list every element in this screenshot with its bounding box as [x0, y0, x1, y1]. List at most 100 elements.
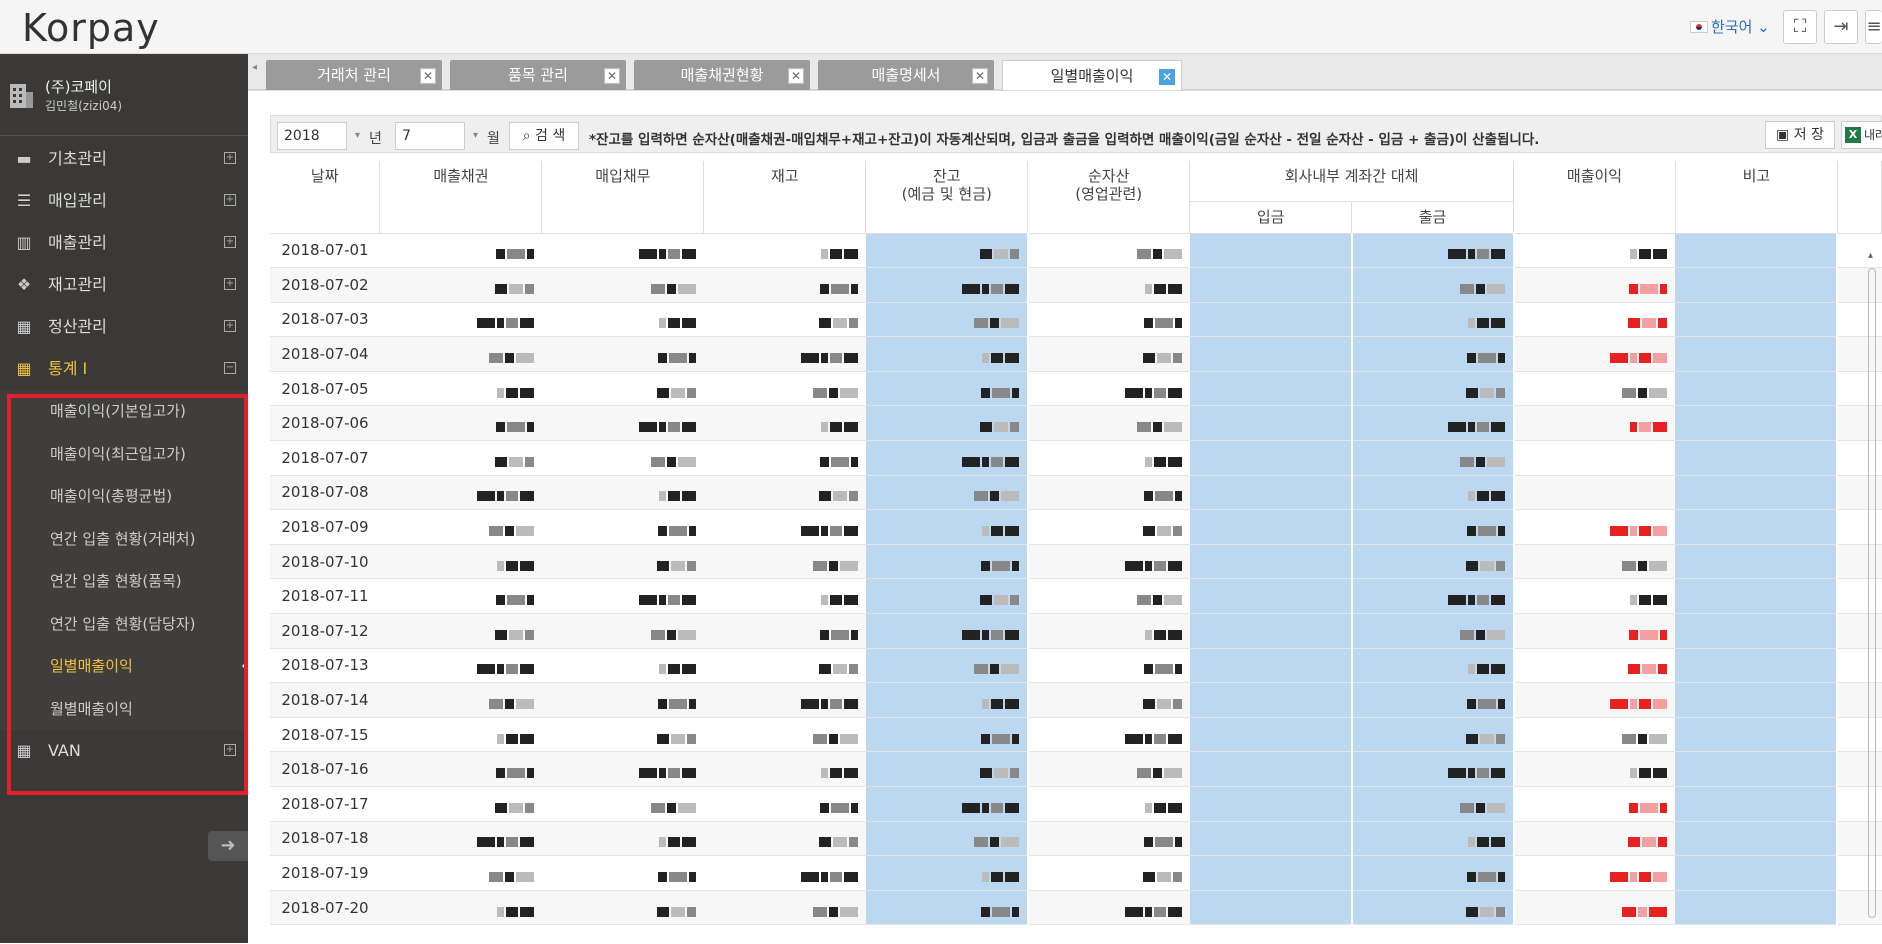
cell-balance[interactable]: [865, 717, 1029, 753]
cell-balance[interactable]: [865, 751, 1029, 787]
col-note[interactable]: 비고: [1675, 161, 1838, 234]
cell-deposit[interactable]: [1189, 648, 1353, 684]
sidebar-item-inventory[interactable]: ❖ 재고관리 +: [0, 264, 248, 306]
cell-note[interactable]: [1675, 371, 1839, 407]
save-button[interactable]: ▣ 저 장: [1765, 121, 1835, 149]
table-row[interactable]: 2018-07-07: [270, 440, 1882, 476]
cell-note[interactable]: [1675, 233, 1839, 269]
cell-balance[interactable]: [865, 233, 1029, 269]
cell-withdrawal[interactable]: [1351, 544, 1515, 580]
table-row[interactable]: 2018-07-13: [270, 648, 1882, 684]
cell-note[interactable]: [1675, 509, 1839, 545]
cell-withdrawal[interactable]: [1351, 233, 1515, 269]
cell-deposit[interactable]: [1189, 751, 1353, 787]
tab-items[interactable]: 품목 관리 ✕: [450, 60, 626, 90]
tab-daily-profit[interactable]: 일별매출이익 ✕: [1002, 60, 1182, 90]
table-row[interactable]: 2018-07-15: [270, 717, 1882, 753]
close-icon[interactable]: ✕: [1159, 69, 1175, 85]
tab-sales-statement[interactable]: 매출명세서 ✕: [818, 60, 994, 90]
close-icon[interactable]: ✕: [604, 68, 620, 84]
cell-note[interactable]: [1675, 336, 1839, 372]
cell-balance[interactable]: [865, 405, 1029, 442]
col-receivable[interactable]: 매출채권: [379, 161, 543, 234]
cell-note[interactable]: [1675, 855, 1839, 891]
cell-withdrawal[interactable]: [1351, 302, 1515, 338]
cell-deposit[interactable]: [1189, 544, 1353, 580]
sidebar-item-sales[interactable]: ▥ 매출관리 +: [0, 222, 248, 264]
cell-note[interactable]: [1675, 751, 1839, 787]
col-balance[interactable]: 잔고 (예금 및 현금): [865, 161, 1029, 234]
cell-balance[interactable]: [865, 786, 1029, 822]
col-deposit[interactable]: 입금: [1189, 201, 1353, 234]
cell-deposit[interactable]: [1189, 405, 1353, 442]
cell-deposit[interactable]: [1189, 371, 1353, 407]
cell-withdrawal[interactable]: [1351, 336, 1515, 372]
app-logo[interactable]: Korpay: [22, 6, 160, 50]
col-withdrawal[interactable]: 출금: [1351, 201, 1515, 234]
cell-deposit[interactable]: [1189, 821, 1353, 857]
table-row[interactable]: 2018-07-16: [270, 751, 1882, 787]
cell-withdrawal[interactable]: [1351, 475, 1515, 511]
year-select[interactable]: 2018 ▾: [277, 122, 360, 150]
cell-withdrawal[interactable]: [1351, 613, 1515, 649]
table-row[interactable]: 2018-07-08: [270, 475, 1882, 511]
table-row[interactable]: 2018-07-14: [270, 682, 1882, 718]
cell-withdrawal[interactable]: [1351, 578, 1515, 615]
cell-withdrawal[interactable]: [1351, 855, 1515, 891]
cell-note[interactable]: [1675, 821, 1839, 857]
logout-button[interactable]: ⇥: [1824, 10, 1858, 44]
vertical-scrollbar[interactable]: ▴: [1866, 250, 1878, 940]
col-date[interactable]: 날짜: [270, 161, 381, 234]
cell-note[interactable]: [1675, 578, 1839, 615]
table-row[interactable]: 2018-07-03: [270, 302, 1882, 338]
cell-deposit[interactable]: [1189, 233, 1353, 269]
cell-balance[interactable]: [865, 267, 1029, 303]
search-button[interactable]: ⌕ 검 색: [509, 122, 579, 150]
cell-note[interactable]: [1675, 786, 1839, 822]
cell-balance[interactable]: [865, 682, 1029, 718]
cell-balance[interactable]: [865, 302, 1029, 338]
fullscreen-button[interactable]: ⛶: [1783, 10, 1817, 44]
month-select[interactable]: 7 ▾: [395, 122, 478, 150]
col-payable[interactable]: 매입채무: [541, 161, 705, 234]
cell-deposit[interactable]: [1189, 475, 1353, 511]
cell-note[interactable]: [1675, 648, 1839, 684]
col-profit[interactable]: 매출이익: [1513, 161, 1676, 234]
sidebar-item-settlement[interactable]: ▦ 정산관리 +: [0, 306, 248, 348]
cell-withdrawal[interactable]: [1351, 648, 1515, 684]
cell-note[interactable]: [1675, 405, 1839, 442]
cell-note[interactable]: [1675, 682, 1839, 718]
cell-deposit[interactable]: [1189, 509, 1353, 545]
cell-withdrawal[interactable]: [1351, 440, 1515, 476]
cell-balance[interactable]: [865, 578, 1029, 615]
table-row[interactable]: 2018-07-12: [270, 613, 1882, 649]
cell-withdrawal[interactable]: [1351, 405, 1515, 442]
cell-balance[interactable]: [865, 440, 1029, 476]
col-net-assets[interactable]: 순자산 (영업관련): [1027, 161, 1191, 234]
cell-balance[interactable]: [865, 509, 1029, 545]
menu-button[interactable]: ≡: [1865, 10, 1882, 44]
cell-balance[interactable]: [865, 855, 1029, 891]
table-row[interactable]: 2018-07-10: [270, 544, 1882, 580]
cell-balance[interactable]: [865, 336, 1029, 372]
cell-withdrawal[interactable]: [1351, 509, 1515, 545]
cell-withdrawal[interactable]: [1351, 821, 1515, 857]
cell-deposit[interactable]: [1189, 682, 1353, 718]
cell-note[interactable]: [1675, 890, 1839, 926]
cell-withdrawal[interactable]: [1351, 682, 1515, 718]
cell-deposit[interactable]: [1189, 440, 1353, 476]
cell-note[interactable]: [1675, 440, 1839, 476]
table-row[interactable]: 2018-07-18: [270, 821, 1882, 857]
cell-note[interactable]: [1675, 544, 1839, 580]
cell-deposit[interactable]: [1189, 717, 1353, 753]
cell-deposit[interactable]: [1189, 613, 1353, 649]
cell-balance[interactable]: [865, 475, 1029, 511]
table-row[interactable]: 2018-07-20: [270, 890, 1882, 926]
table-row[interactable]: 2018-07-04: [270, 336, 1882, 372]
close-icon[interactable]: ✕: [420, 68, 436, 84]
language-select[interactable]: 한국어 ⌄: [1690, 16, 1770, 37]
cell-deposit[interactable]: [1189, 855, 1353, 891]
cell-withdrawal[interactable]: [1351, 371, 1515, 407]
tab-receivables[interactable]: 매출채권현황 ✕: [634, 60, 810, 90]
col-inventory[interactable]: 재고: [703, 161, 867, 234]
